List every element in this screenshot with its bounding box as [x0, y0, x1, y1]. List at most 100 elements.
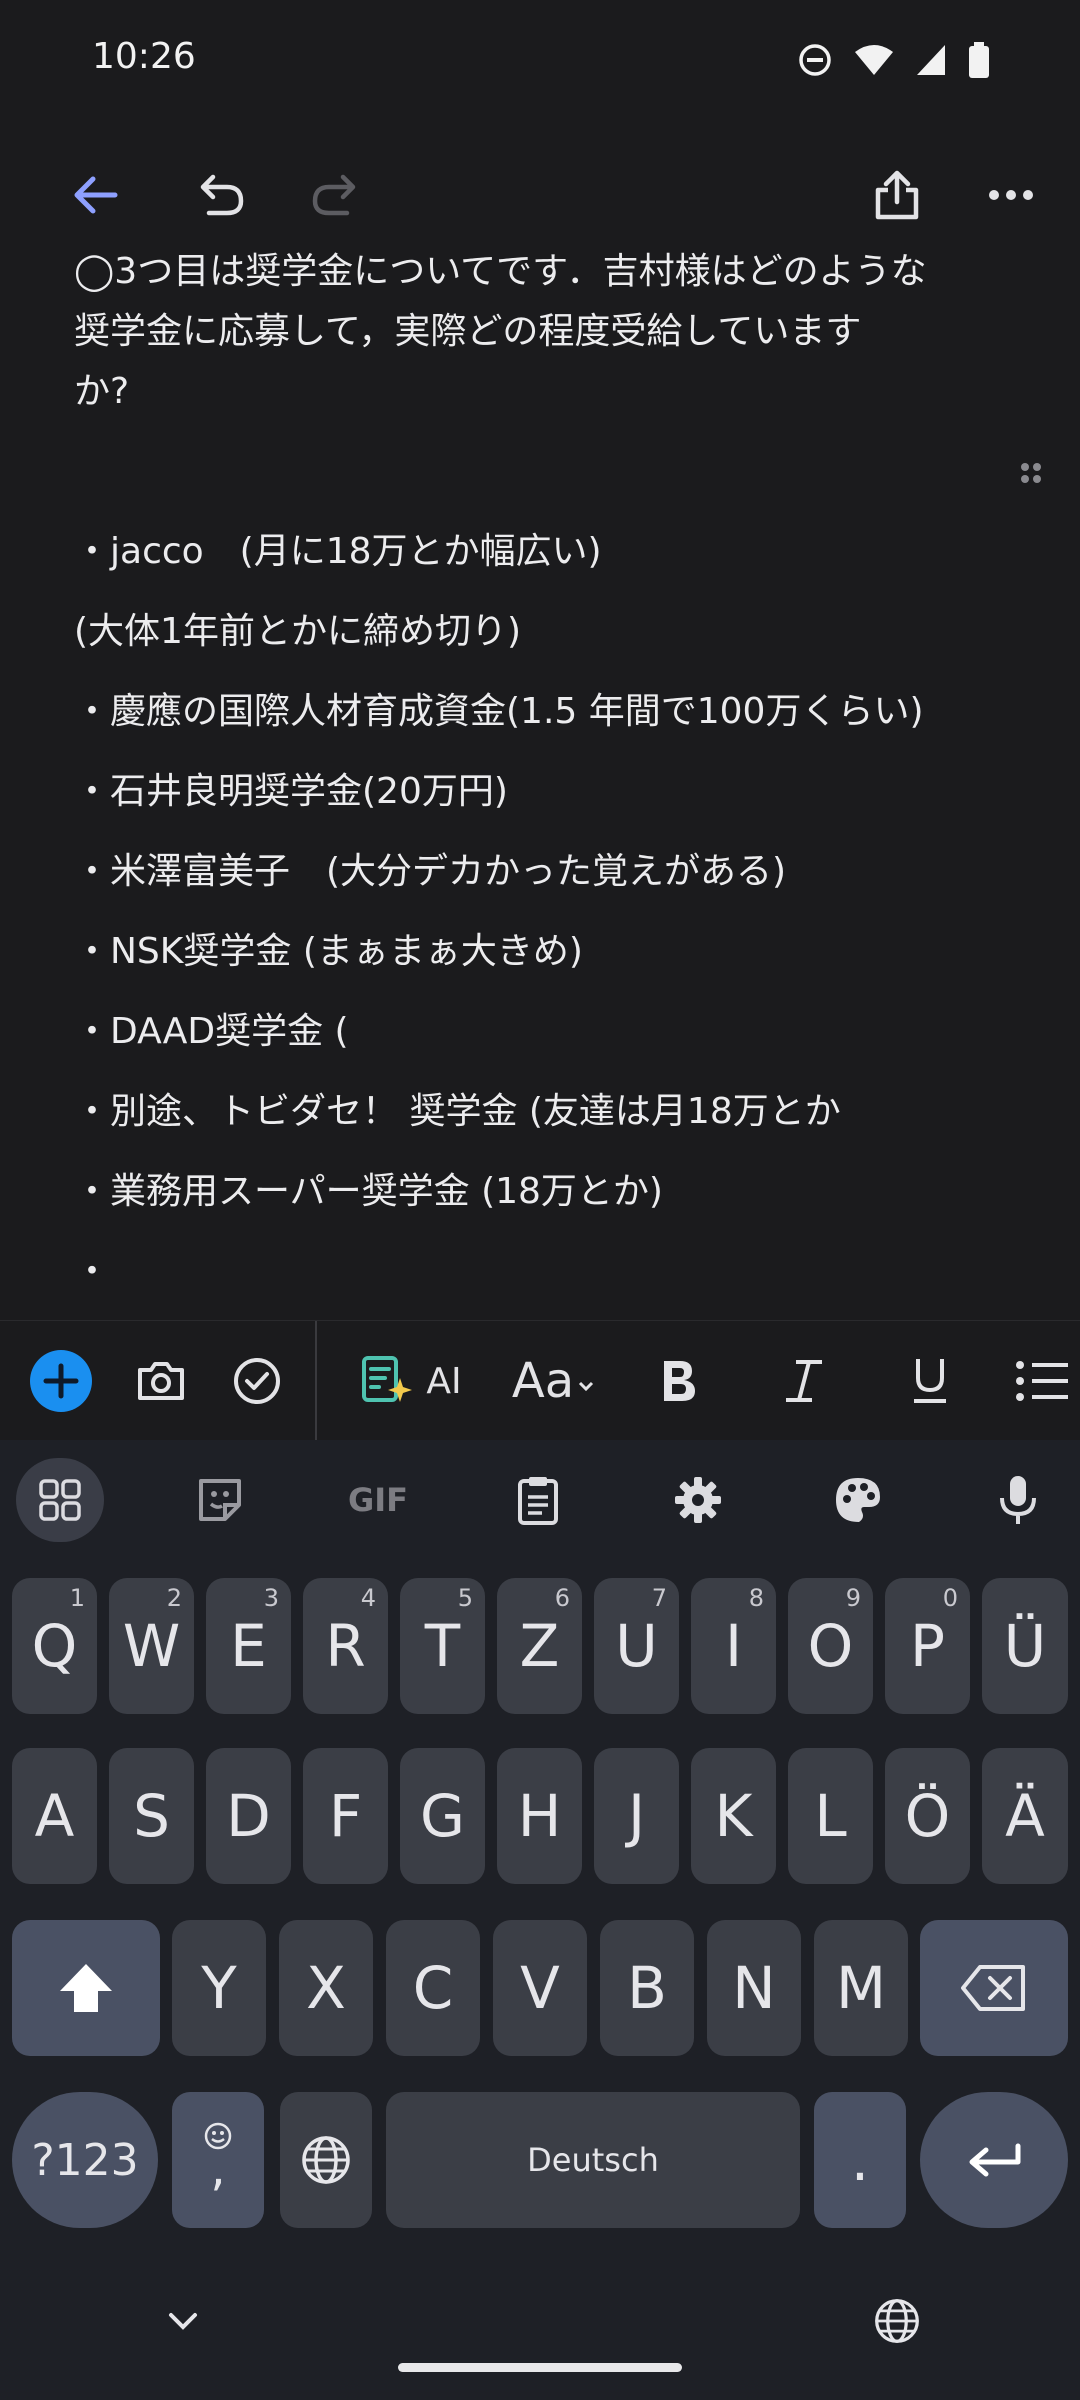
underline-button[interactable] [892, 1321, 968, 1441]
key-hint: 7 [651, 1584, 667, 1612]
plus-icon [30, 1350, 92, 1412]
doc-line[interactable]: ◯3つ目は奨学金についてです．吉村様はどのような [74, 250, 927, 302]
doc-list-item[interactable]: ・業務用スーパー奨学金 (18万とか) [74, 1162, 663, 1222]
share-button[interactable] [852, 140, 942, 250]
doc-list-item[interactable]: ・別途、トビダセ！ 奨学金 (友達は月18万とか [74, 1082, 841, 1142]
ai-button[interactable]: AI [356, 1321, 466, 1441]
doc-list-item[interactable]: ・米澤富美子 (大分デカかった覚えがある) [74, 842, 786, 902]
key-c[interactable]: C [386, 1920, 480, 2056]
keyboard-toolbar: GIF [0, 1440, 1080, 1560]
doc-line[interactable]: (大体1年前とかに締め切り) [74, 602, 521, 662]
apps-grid-icon [39, 1479, 81, 1521]
key-j[interactable]: J [594, 1748, 679, 1884]
key-a-umlaut[interactable]: Ä [982, 1748, 1068, 1884]
doc-list-item[interactable]: ・NSK奨学金 (まぁまぁ大きめ) [74, 922, 583, 982]
language-switch-key[interactable] [280, 2092, 372, 2228]
space-key[interactable]: Deutsch [386, 2092, 800, 2228]
doc-list-item[interactable]: ・DAAD奨学金 ( [74, 1002, 349, 1062]
back-arrow-icon [74, 176, 118, 214]
key-h[interactable]: H [497, 1748, 582, 1884]
key-label: W [122, 1612, 181, 1680]
gif-button[interactable]: GIF [334, 1458, 422, 1542]
ai-label: AI [426, 1360, 462, 1402]
key-label: I [724, 1612, 743, 1680]
underline-icon [914, 1359, 946, 1403]
key-r[interactable]: R4 [303, 1578, 388, 1714]
switch-input-method-button[interactable] [872, 2296, 922, 2346]
key-m[interactable]: M [814, 1920, 908, 2056]
key-a[interactable]: A [12, 1748, 97, 1884]
key-p[interactable]: P0 [885, 1578, 970, 1714]
doc-line[interactable]: 奨学金に応募して，実際どの程度受給しています [74, 302, 861, 362]
key-t[interactable]: T5 [400, 1578, 485, 1714]
bulleted-list-button[interactable] [1012, 1321, 1080, 1441]
emoji-comma-key[interactable]: , [172, 2092, 264, 2228]
hide-keyboard-button[interactable] [160, 2298, 206, 2344]
home-gesture-pill[interactable] [398, 2363, 682, 2372]
key-v[interactable]: V [493, 1920, 587, 2056]
doc-list-item[interactable]: ・jacco (月に18万とか幅広い) [74, 522, 602, 582]
apps-button[interactable] [16, 1458, 104, 1542]
italic-button[interactable] [766, 1321, 842, 1441]
bulleted-list-icon [1016, 1361, 1068, 1401]
key-label: U [615, 1612, 658, 1680]
shift-key[interactable] [12, 1920, 160, 2056]
app-toolbar [0, 140, 1080, 250]
key-z[interactable]: Z6 [497, 1578, 582, 1714]
key-s[interactable]: S [109, 1748, 194, 1884]
battery-icon [969, 42, 989, 78]
key-g[interactable]: G [400, 1748, 485, 1884]
key-n[interactable]: N [707, 1920, 801, 2056]
mic-icon [1000, 1476, 1036, 1524]
bold-button[interactable] [640, 1321, 716, 1441]
key-hint: 5 [457, 1584, 473, 1612]
text-style-button[interactable]: Aa [510, 1321, 596, 1441]
key-l[interactable]: L [788, 1748, 873, 1884]
key-label: P [910, 1612, 945, 1680]
sticker-button[interactable] [176, 1458, 264, 1542]
add-button[interactable] [26, 1321, 96, 1441]
settings-icon [675, 1477, 721, 1523]
document-editor[interactable]: ◯3つ目は奨学金についてです．吉村様はどのような 奨学金に応募して，実際どの程度… [0, 250, 1080, 1320]
undo-button[interactable] [176, 140, 266, 250]
doc-list-item[interactable]: ・慶應の国際人材育成資金(1.5 年間で100万くらい) [74, 682, 924, 742]
key-y[interactable]: Y [172, 1920, 266, 2056]
key-hint: 8 [748, 1584, 764, 1612]
symbols-key[interactable]: ?123 [12, 2092, 158, 2228]
key-w[interactable]: W2 [109, 1578, 194, 1714]
doc-list-item[interactable]: ・石井良明奨学金(20万円) [74, 762, 508, 822]
key-b[interactable]: B [600, 1920, 694, 2056]
drag-handle-icon[interactable] [1016, 458, 1046, 488]
backspace-key[interactable] [920, 1920, 1068, 2056]
key-label: Q [31, 1612, 78, 1680]
key-label: T [424, 1612, 461, 1680]
key-i[interactable]: I8 [691, 1578, 776, 1714]
enter-key[interactable] [920, 2092, 1068, 2228]
settings-button[interactable] [654, 1458, 742, 1542]
key-q[interactable]: Q1 [12, 1578, 97, 1714]
key-x[interactable]: X [279, 1920, 373, 2056]
sticker-icon [199, 1479, 241, 1521]
theme-button[interactable] [814, 1458, 902, 1542]
key-f[interactable]: F [303, 1748, 388, 1884]
camera-button[interactable] [126, 1321, 196, 1441]
period-key[interactable]: . [814, 2092, 906, 2228]
key-e[interactable]: E3 [206, 1578, 291, 1714]
globe-icon [875, 2299, 919, 2343]
key-u[interactable]: U7 [594, 1578, 679, 1714]
more-options-button[interactable] [966, 140, 1056, 250]
key-o-umlaut[interactable]: Ö [885, 1748, 970, 1884]
back-button[interactable] [50, 140, 140, 250]
key-u-umlaut[interactable]: Ü [982, 1578, 1068, 1714]
checklist-button[interactable] [222, 1321, 292, 1441]
doc-list-item[interactable]: ・ [74, 1242, 110, 1302]
key-o[interactable]: O9 [788, 1578, 873, 1714]
voice-input-button[interactable] [974, 1458, 1062, 1542]
share-icon [875, 170, 919, 220]
clipboard-button[interactable] [494, 1458, 582, 1542]
doc-line[interactable]: か? [74, 362, 129, 422]
redo-button[interactable] [290, 140, 380, 250]
key-d[interactable]: D [206, 1748, 291, 1884]
key-hint: 4 [360, 1584, 376, 1612]
key-k[interactable]: K [691, 1748, 776, 1884]
